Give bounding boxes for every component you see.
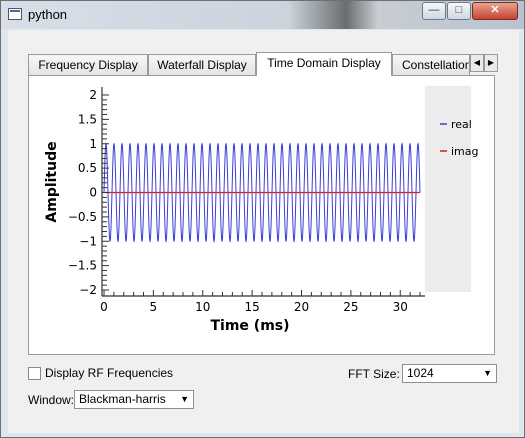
x-tick-label: 10	[195, 300, 210, 314]
y-tick-label: 1.5	[78, 112, 97, 126]
chevron-down-icon: ▼	[483, 368, 492, 378]
close-button[interactable]: ✕	[472, 2, 518, 20]
rf-frequencies-label: Display RF Frequencies	[45, 366, 174, 380]
y-tick-label: −2	[79, 283, 97, 297]
x-tick-label: 20	[294, 300, 309, 314]
x-axis-label: Time (ms)	[210, 318, 289, 334]
fft-size-select[interactable]: 1024 ▼	[402, 364, 497, 383]
x-tick-label: 5	[150, 300, 158, 314]
tab-waterfall-display[interactable]: Waterfall Display	[148, 54, 256, 75]
x-tick-label: 15	[244, 300, 259, 314]
y-tick-label: −1.5	[68, 259, 97, 273]
y-tick-label: 0.5	[78, 161, 97, 175]
window-app-icon	[8, 8, 22, 20]
legend-label-imag: imag	[451, 145, 479, 158]
x-tick-label: 0	[100, 300, 108, 314]
title-bar[interactable]: python — □ ✕	[1, 1, 524, 29]
fft-size-value: 1024	[407, 366, 434, 380]
tab-time-domain-display[interactable]: Time Domain Display	[256, 52, 392, 76]
maximize-button[interactable]: □	[447, 2, 471, 20]
tab-scroll-left-icon[interactable]: ◀	[470, 54, 484, 72]
tab-constellation[interactable]: Constellation	[392, 54, 470, 75]
y-tick-label: 1	[89, 137, 97, 151]
tab-scroll-right-icon[interactable]: ▶	[484, 54, 498, 72]
time-domain-plot[interactable]: 21.510.50−0.5−1−1.5−20 5 10 15 20 25 30 realim…	[28, 78, 498, 353]
minimize-button[interactable]: —	[422, 2, 446, 20]
client-area: Frequency Display Waterfall Display Time…	[8, 30, 519, 433]
window-title: python	[28, 7, 68, 22]
x-tick-label: 30	[393, 300, 408, 314]
y-tick-label: 2	[89, 88, 97, 102]
chevron-down-icon: ▼	[180, 394, 189, 404]
window-label: Window:	[28, 393, 75, 407]
y-axis-label: Amplitude	[44, 141, 60, 222]
y-tick-label: −0.5	[68, 210, 97, 224]
window-function-value: Blackman-harris	[79, 392, 166, 406]
window-function-select[interactable]: Blackman-harris ▼	[74, 390, 194, 409]
legend-label-real: real	[451, 118, 472, 131]
x-tick-label: 25	[343, 300, 358, 314]
rf-frequencies-checkbox[interactable]	[28, 367, 41, 380]
y-tick-label: 0	[89, 186, 97, 200]
app-window: python — □ ✕ Frequency Display Waterfall…	[0, 0, 525, 438]
legend-panel	[425, 86, 471, 292]
fft-size-label: FFT Size:	[348, 367, 400, 381]
y-tick-label: −1	[79, 234, 97, 248]
tab-frequency-display[interactable]: Frequency Display	[28, 54, 148, 75]
